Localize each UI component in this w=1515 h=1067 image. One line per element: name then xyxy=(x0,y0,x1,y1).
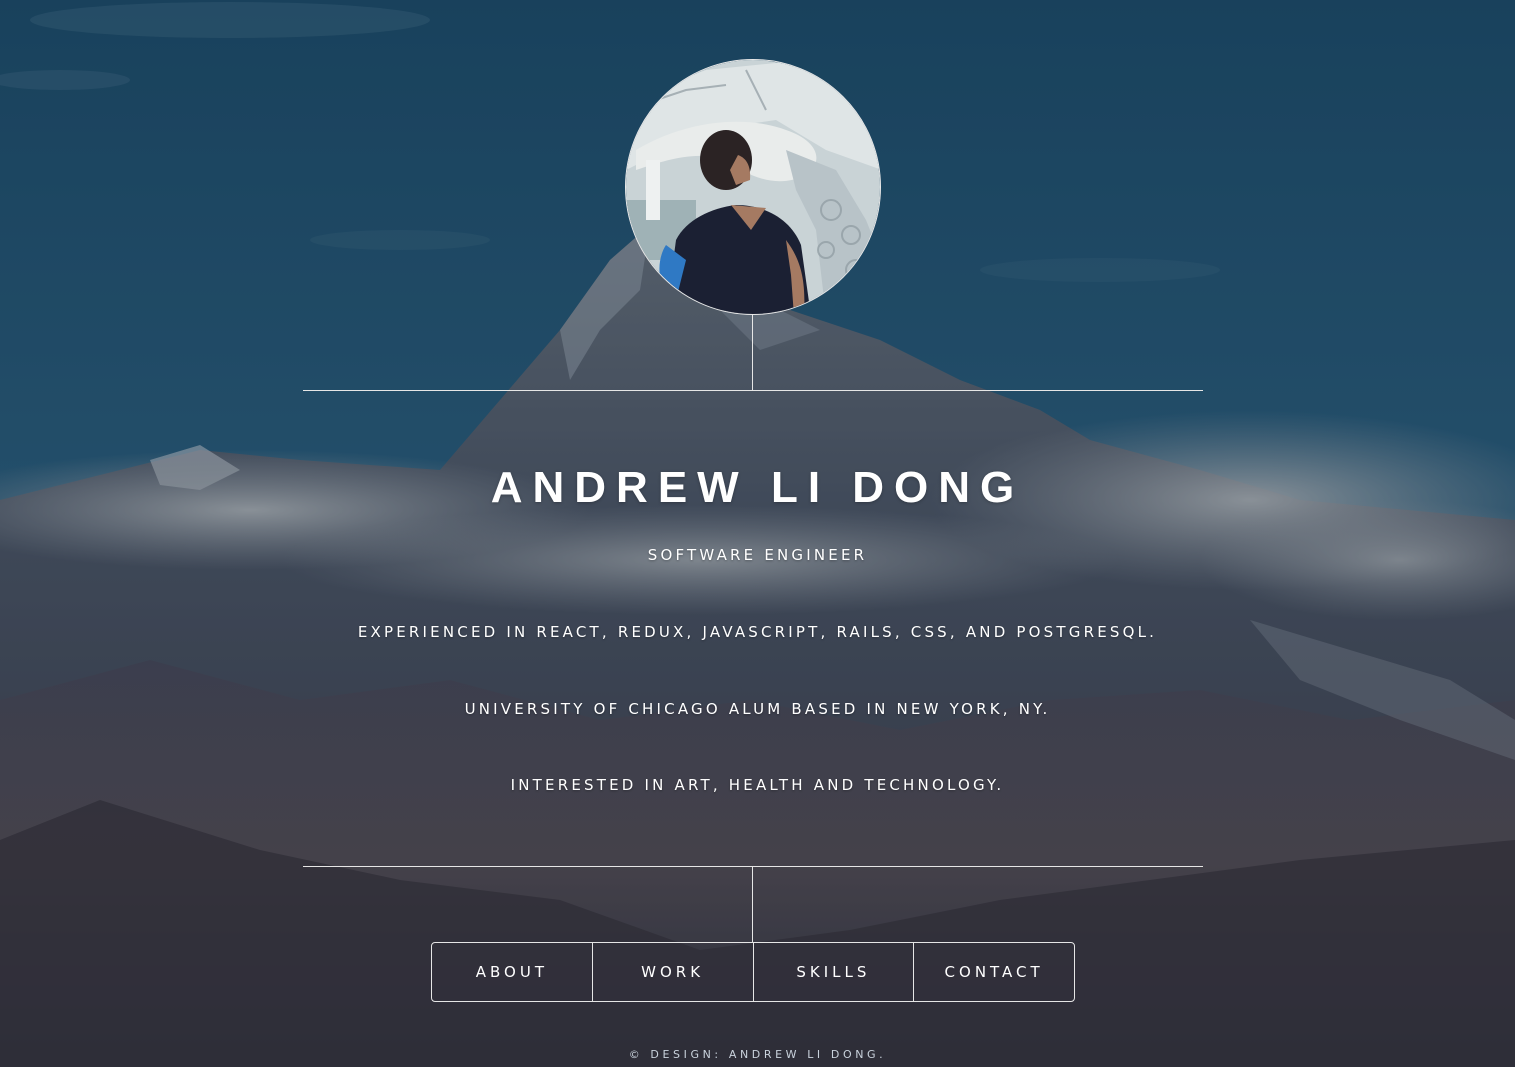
top-connector-line xyxy=(752,315,753,390)
footer-credit: © DESIGN: ANDREW LI DONG. xyxy=(628,1048,887,1061)
page-title: ANDREW LI DONG xyxy=(490,463,1025,512)
profile-avatar xyxy=(625,59,881,315)
bio-line: INTERESTED IN ART, HEALTH AND TECHNOLOGY… xyxy=(510,776,1005,794)
bio-line: UNIVERSITY OF CHICAGO ALUM BASED IN NEW … xyxy=(464,700,1051,718)
profile-photo-icon xyxy=(626,60,880,314)
nav-about-button[interactable]: ABOUT xyxy=(432,943,593,1001)
bio-line: EXPERIENCED IN REACT, REDUX, JAVASCRIPT,… xyxy=(357,623,1158,641)
bottom-connector-line xyxy=(752,866,753,942)
nav-work-button[interactable]: WORK xyxy=(593,943,754,1001)
bottom-divider xyxy=(303,866,1203,867)
nav-skills-button[interactable]: SKILLS xyxy=(754,943,915,1001)
nav-contact-button[interactable]: CONTACT xyxy=(914,943,1074,1001)
top-divider xyxy=(303,390,1203,391)
main-navigation: ABOUT WORK SKILLS CONTACT xyxy=(431,942,1075,1002)
hero-section: ANDREW LI DONG SOFTWARE ENGINEER EXPERIE… xyxy=(0,0,1515,1067)
job-title: SOFTWARE ENGINEER xyxy=(647,546,868,564)
